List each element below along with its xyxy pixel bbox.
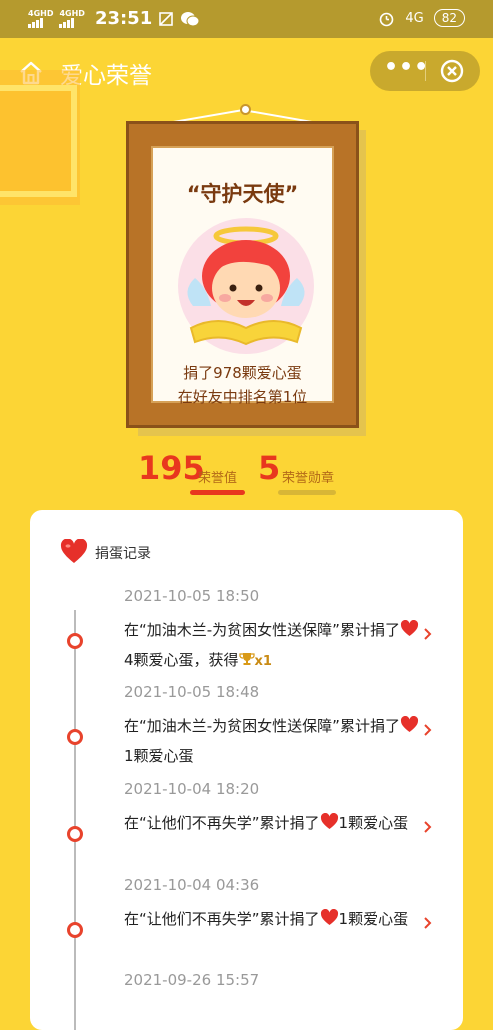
medal-count-badge: x1 [254, 654, 272, 669]
chevron-right-icon[interactable] [423, 723, 433, 737]
capsule-divider [425, 61, 426, 81]
honor-frame: “守护天使” 捐了978颗爱心蛋 在好友中排名第1位 [126, 121, 359, 428]
record-time: 2021-09-26 15:57 [124, 971, 260, 989]
heart-icon [320, 909, 338, 925]
photo-off-icon [159, 11, 174, 26]
network-label: 4GHD [59, 9, 85, 18]
record-time: 2021-10-04 18:20 [124, 780, 260, 798]
timeline-dot [67, 922, 83, 938]
record-text-part: 在“加油木兰-为贫困女性送保障”累计捐了 [124, 717, 400, 735]
chevron-right-icon[interactable] [423, 916, 433, 930]
honor-value: 195 [138, 449, 205, 487]
heart-icon [60, 539, 88, 563]
wechat-icon [181, 11, 200, 26]
record-time: 2021-10-04 04:36 [124, 876, 260, 894]
honor-value-underline [190, 490, 245, 495]
timeline-dot [67, 826, 83, 842]
honor-value-tab[interactable]: 195 荣誉值 [138, 449, 245, 495]
chevron-right-icon[interactable] [423, 627, 433, 641]
signal-icon: 4GHD [28, 9, 53, 28]
donation-summary: 捐了978颗爱心蛋 [183, 364, 302, 382]
more-menu-button[interactable]: ••• [384, 51, 428, 91]
timeline-dot [67, 633, 83, 649]
honor-value-label: 荣誉值 [198, 471, 238, 486]
honor-medal-tab[interactable]: 5 荣誉勋章 [258, 449, 336, 495]
battery-indicator: 82 [433, 9, 465, 27]
record-text-part: 在“让他们不再失学”累计捐了 [124, 910, 320, 928]
heart-icon [400, 620, 418, 636]
angel-avatar [178, 218, 314, 354]
record-text: 在“加油木兰-为贫困女性送保障”累计捐了 1颗爱心蛋 [124, 711, 422, 771]
record-time: 2021-10-05 18:48 [124, 683, 260, 701]
decorative-frame [0, 85, 77, 197]
frame-hook [240, 104, 251, 115]
medal-underline [278, 490, 336, 495]
record-text-part: 1颗爱心蛋 [338, 814, 409, 832]
record-text-part: 4颗爱心蛋，获得 [124, 651, 239, 669]
record-text-part: 1颗爱心蛋 [338, 910, 409, 928]
status-bar: 4GHD 4GHD 23:51 4G 82 [0, 0, 493, 38]
medal-label: 荣誉勋章 [282, 471, 335, 486]
mini-program-capsule: ••• [370, 51, 480, 91]
record-time: 2021-10-05 18:50 [124, 587, 260, 605]
record-text-part: 在“让他们不再失学”累计捐了 [124, 814, 320, 832]
ranking-summary: 在好友中排名第1位 [177, 388, 308, 406]
trophy-icon [238, 653, 255, 665]
status-left: 4GHD 4GHD 23:51 [28, 8, 200, 29]
records-title: 捐蛋记录 [95, 546, 151, 562]
record-text-part: 在“加油木兰-为贫困女性送保障”累计捐了 [124, 621, 400, 639]
donation-records-card: 捐蛋记录 2021-10-05 18:50 在“加油木兰-为贫困女性送保障”累计… [30, 510, 463, 1030]
heart-icon [400, 716, 418, 732]
timeline-line [74, 610, 76, 1030]
chevron-right-icon[interactable] [423, 820, 433, 834]
clock: 23:51 [94, 8, 153, 29]
timeline-dot [67, 729, 83, 745]
alarm-icon [380, 12, 394, 26]
signal-icon: 4GHD [59, 9, 85, 28]
record-text: 在“让他们不再失学”累计捐了 1颗爱心蛋 [124, 904, 422, 934]
network-type: 4G [405, 10, 424, 26]
record-text: 在“让他们不再失学”累计捐了 1颗爱心蛋 [124, 808, 422, 838]
heart-icon [320, 813, 338, 829]
close-icon[interactable] [440, 59, 464, 83]
record-text-part: 1颗爱心蛋 [124, 747, 194, 765]
medal-count: 5 [258, 449, 281, 487]
honor-frame-canvas: “守护天使” 捐了978颗爱心蛋 在好友中排名第1位 [151, 146, 334, 406]
honor-title: “守护天使” [186, 182, 299, 206]
status-right: 4G 82 [378, 9, 465, 27]
network-label: 4GHD [28, 9, 54, 18]
record-text: 在“加油木兰-为贫困女性送保障”累计捐了 4颗爱心蛋，获得 x1 [124, 615, 422, 677]
